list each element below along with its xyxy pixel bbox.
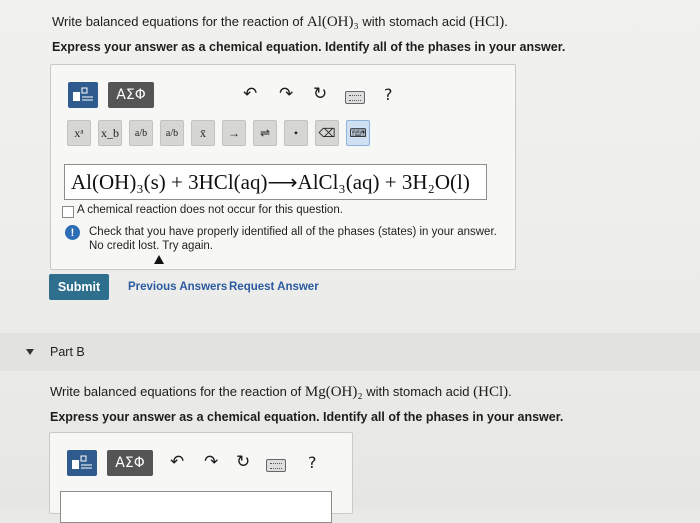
prompt-text-mid: with stomach acid: [358, 14, 470, 29]
prompt-acid: (HCl): [473, 384, 509, 400]
dot-key[interactable]: •: [284, 120, 308, 146]
greek-symbols-button[interactable]: ΑΣΦ: [108, 82, 154, 108]
prompt-text: Write balanced equations for the reactio…: [50, 384, 305, 399]
prompt-end: .: [508, 384, 512, 399]
request-answer-link[interactable]: Request Answer: [229, 281, 319, 293]
help-button[interactable]: ?: [308, 453, 317, 472]
feedback-message: Check that you have properly identified …: [89, 226, 497, 238]
collapse-caret-icon[interactable]: [26, 349, 34, 355]
help-button[interactable]: ?: [384, 85, 393, 104]
prompt-end: .: [504, 14, 508, 29]
prompt-text: Write balanced equations for the reactio…: [52, 14, 307, 29]
overline-key[interactable]: x̄: [191, 120, 215, 146]
keyboard-icon[interactable]: [345, 91, 365, 104]
subscript-key[interactable]: x_b: [98, 120, 122, 146]
answer-input[interactable]: Al(OH)₃(s) + 3HCl(aq)⟶AlCl₃(aq) + 3H₂O(l…: [64, 164, 487, 200]
prompt-acid: (HCl): [469, 14, 505, 30]
part-b-instruction: Express your answer as a chemical equati…: [50, 410, 564, 424]
submit-button[interactable]: Submit: [49, 274, 109, 300]
prompt-formula: Mg(OH)₂: [304, 384, 363, 400]
backspace-key[interactable]: ⌫: [315, 120, 339, 146]
feedback-note: No credit lost. Try again.: [89, 240, 213, 252]
prompt-formula: Al(OH)₃: [306, 14, 359, 30]
page: Write balanced equations for the reactio…: [0, 0, 700, 523]
part-b-answer-panel: ΑΣΦ ↶ ↷ ↻ ?: [49, 432, 353, 523]
undo-icon[interactable]: ↶: [170, 452, 184, 472]
redo-icon[interactable]: ↷: [279, 84, 293, 104]
part-b-header[interactable]: Part B: [0, 333, 700, 371]
keyboard-icon[interactable]: [266, 459, 286, 472]
info-icon: !: [65, 225, 80, 240]
no-reaction-checkbox[interactable]: [62, 206, 74, 218]
equilibrium-arrow-key[interactable]: ⇌: [253, 120, 277, 146]
template-icon: [73, 87, 93, 101]
template-icon: [72, 455, 92, 469]
mouse-cursor-icon: [154, 255, 164, 264]
part-b-title: Part B: [50, 345, 85, 359]
reset-icon[interactable]: ↻: [313, 84, 327, 104]
part-b-prompt: Write balanced equations for the reactio…: [50, 384, 512, 401]
template-button[interactable]: [67, 450, 97, 476]
template-button[interactable]: [68, 82, 98, 108]
previous-answers-link[interactable]: Previous Answers: [128, 281, 227, 293]
superscript-key[interactable]: xᵃ: [67, 120, 91, 146]
part-a-prompt: Write balanced equations for the reactio…: [52, 14, 508, 31]
part-a-instruction: Express your answer as a chemical equati…: [52, 40, 566, 54]
fraction-key[interactable]: a/b: [129, 120, 153, 146]
no-reaction-label: A chemical reaction does not occur for t…: [77, 204, 343, 216]
keyboard-toggle-key[interactable]: ⌨: [346, 120, 370, 146]
reaction-arrow-key[interactable]: →: [222, 120, 246, 146]
answer-input[interactable]: [60, 491, 332, 523]
mixed-fraction-key[interactable]: a/b: [160, 120, 184, 146]
greek-symbols-button[interactable]: ΑΣΦ: [107, 450, 153, 476]
redo-icon[interactable]: ↷: [204, 452, 218, 472]
answer-value: Al(OH)₃(s) + 3HCl(aq)⟶AlCl₃(aq) + 3H₂O(l…: [71, 170, 470, 194]
prompt-text-mid: with stomach acid: [362, 384, 474, 399]
undo-icon[interactable]: ↶: [243, 84, 257, 104]
reset-icon[interactable]: ↻: [236, 452, 250, 472]
answer-panel: ΑΣΦ ↶ ↷ ↻ ? xᵃ x_b a/b a/b x̄ → ⇌ • ⌫ ⌨ …: [50, 64, 516, 270]
